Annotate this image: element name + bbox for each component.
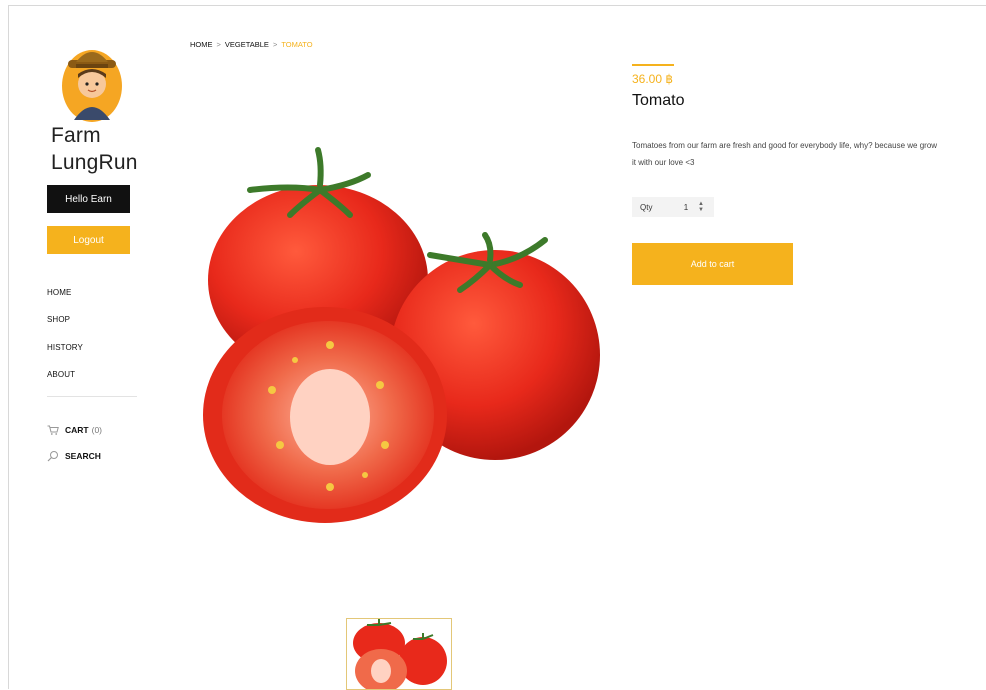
- search-link[interactable]: SEARCH: [47, 450, 101, 462]
- product-main-image: [200, 145, 600, 530]
- nav-item-history[interactable]: HISTORY: [47, 343, 83, 352]
- breadcrumb-home[interactable]: HOME: [190, 40, 213, 49]
- product-title: Tomato: [632, 92, 685, 109]
- nav-item-about[interactable]: ABOUT: [47, 370, 75, 379]
- user-greeting-button[interactable]: Hello Earn: [47, 185, 130, 213]
- qty-arrows[interactable]: ▲ ▼: [698, 201, 704, 213]
- nav-item-shop[interactable]: SHOP: [47, 315, 70, 324]
- quantity-stepper[interactable]: Qty 1 ▲ ▼: [632, 197, 714, 217]
- qty-label: Qty: [640, 202, 653, 212]
- farmer-avatar-icon: [50, 40, 134, 126]
- nav-item-home[interactable]: HOME: [47, 288, 71, 297]
- breadcrumb-vegetable[interactable]: VEGETABLE: [225, 40, 269, 49]
- add-to-cart-button[interactable]: Add to cart: [632, 243, 793, 285]
- cart-label: CART: [65, 425, 89, 435]
- cart-count: (0): [91, 425, 102, 435]
- breadcrumb-current: TOMATO: [281, 40, 313, 49]
- product-thumbnail[interactable]: [346, 618, 452, 690]
- chevron-down-icon[interactable]: ▼: [698, 207, 704, 213]
- breadcrumb-separator: >: [216, 40, 221, 49]
- cart-icon: [47, 424, 59, 436]
- breadcrumb: HOME > VEGETABLE > TOMATO: [190, 40, 313, 49]
- qty-value[interactable]: 1: [678, 203, 694, 212]
- nav-divider: [47, 396, 137, 397]
- breadcrumb-separator: >: [272, 40, 278, 49]
- product-price: 36.00 ฿: [632, 72, 673, 86]
- search-label: SEARCH: [65, 451, 101, 461]
- brand-name: Farm LungRun: [51, 122, 138, 176]
- price-accent-rule: [632, 64, 674, 66]
- brand-line-1: Farm: [51, 124, 101, 147]
- cart-link[interactable]: CART (0): [47, 424, 102, 436]
- search-icon: [47, 450, 59, 462]
- logout-button[interactable]: Logout: [47, 226, 130, 254]
- brand-line-2: LungRun: [51, 151, 138, 174]
- product-description: Tomatoes from our farm are fresh and goo…: [632, 141, 938, 167]
